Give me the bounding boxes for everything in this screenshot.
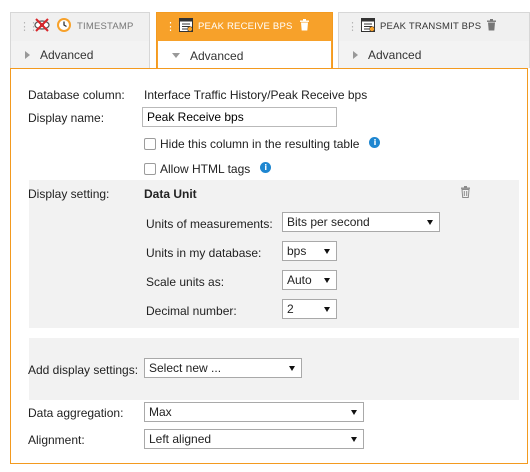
table-column-icon: [361, 17, 375, 35]
tab-peak-receive-header[interactable]: ⋮⋮ PEAK RECEIVE BPS: [157, 13, 332, 39]
units-in-db-label: Units in my database:: [146, 246, 262, 260]
tab-timestamp-advanced-toggle[interactable]: Advanced: [11, 41, 149, 68]
database-column-label: Database column:: [28, 88, 125, 102]
allow-html-option[interactable]: Allow HTML tags i: [144, 161, 272, 176]
tab-peak-receive-title: PEAK RECEIVE BPS: [198, 20, 293, 32]
dropdown-caret-icon: [289, 365, 295, 371]
data-unit-title: Data Unit: [144, 187, 197, 201]
allow-html-label: Allow HTML tags: [160, 162, 251, 176]
add-display-settings-select[interactable]: Select new ...: [144, 358, 302, 378]
data-aggregation-label: Data aggregation:: [28, 406, 124, 420]
column-tabs: ⋮⋮ TIMESTAMP Advanced ⋮⋮ PEAK RECEIVE BP…: [10, 12, 530, 70]
add-display-settings-value: Select new ...: [149, 361, 222, 375]
alignment-select[interactable]: Left aligned: [144, 429, 364, 449]
alignment-value: Left aligned: [149, 432, 212, 446]
dropdown-caret-icon: [324, 248, 330, 254]
info-icon[interactable]: i: [260, 161, 272, 173]
drag-handle-icon[interactable]: ⋮⋮: [19, 20, 39, 33]
clock-icon: [56, 17, 72, 36]
tab-timestamp-title: TIMESTAMP: [77, 20, 134, 32]
units-in-db-select[interactable]: bps: [282, 241, 337, 261]
drag-handle-icon[interactable]: ⋮⋮: [347, 20, 367, 33]
hide-column-option[interactable]: Hide this column in the resulting table …: [144, 136, 381, 151]
decimal-number-value: 2: [287, 302, 294, 316]
units-of-measurement-select[interactable]: Bits per second: [282, 212, 440, 232]
tab-peak-receive-advanced-toggle[interactable]: Advanced: [158, 41, 331, 70]
tab-timestamp-advanced-label: Advanced: [40, 47, 94, 62]
hide-column-label: Hide this column in the resulting table: [160, 137, 360, 151]
hidden-eye-icon[interactable]: [33, 17, 51, 35]
tab-timestamp[interactable]: ⋮⋮ TIMESTAMP Advanced: [10, 12, 150, 68]
alignment-label: Alignment:: [28, 433, 85, 447]
info-icon[interactable]: i: [369, 136, 381, 148]
tab-peak-transmit-bps[interactable]: ⋮⋮ PEAK TRANSMIT BPS Advanced: [338, 12, 530, 68]
units-in-db-value: bps: [287, 244, 307, 258]
drag-handle-icon[interactable]: ⋮⋮: [165, 20, 185, 33]
delete-setting-icon[interactable]: [460, 186, 471, 201]
data-aggregation-select[interactable]: Max: [144, 402, 364, 422]
tab-peak-transmit-header[interactable]: ⋮⋮ PEAK TRANSMIT BPS: [339, 13, 529, 39]
allow-html-checkbox[interactable]: [144, 163, 156, 175]
hide-column-checkbox[interactable]: [144, 138, 156, 150]
display-setting-label: Display setting:: [28, 187, 110, 201]
dropdown-caret-icon: [324, 277, 330, 283]
tab-peak-receive-advanced-label: Advanced: [190, 48, 244, 63]
add-display-settings-label: Add display settings:: [28, 363, 139, 377]
scale-units-select[interactable]: Auto: [282, 270, 337, 290]
display-setting-block: [29, 180, 519, 328]
database-column-value: Interface Traffic History/Peak Receive b…: [144, 88, 368, 102]
data-aggregation-value: Max: [149, 405, 172, 419]
trash-icon[interactable]: [299, 18, 310, 34]
dropdown-caret-icon: [351, 409, 357, 415]
dropdown-caret-icon: [324, 306, 330, 312]
trash-icon[interactable]: [486, 18, 497, 34]
dropdown-caret-icon: [427, 219, 433, 225]
collapse-arrow-icon: [172, 53, 180, 58]
tab-timestamp-header[interactable]: ⋮⋮ TIMESTAMP: [11, 13, 149, 39]
scale-units-value: Auto: [287, 273, 312, 287]
tab-peak-transmit-title: PEAK TRANSMIT BPS: [380, 20, 482, 32]
table-column-icon: [179, 17, 193, 35]
display-name-input[interactable]: [142, 107, 337, 127]
tab-peak-transmit-advanced-toggle[interactable]: Advanced: [339, 41, 529, 68]
decimal-number-select[interactable]: 2: [282, 299, 337, 319]
column-settings-panel: Database column: Interface Traffic Histo…: [10, 68, 528, 464]
decimal-number-label: Decimal number:: [146, 304, 237, 318]
units-of-measurement-value: Bits per second: [287, 215, 370, 229]
expand-arrow-icon: [25, 50, 30, 59]
tab-peak-transmit-advanced-label: Advanced: [368, 47, 422, 62]
dropdown-caret-icon: [351, 436, 357, 442]
units-of-measurement-label: Units of measurements:: [146, 217, 273, 231]
display-name-label: Display name:: [28, 111, 105, 125]
tab-peak-receive-bps[interactable]: ⋮⋮ PEAK RECEIVE BPS Advanced: [156, 12, 333, 70]
expand-arrow-icon: [353, 50, 358, 59]
scale-units-label: Scale units as:: [146, 275, 225, 289]
